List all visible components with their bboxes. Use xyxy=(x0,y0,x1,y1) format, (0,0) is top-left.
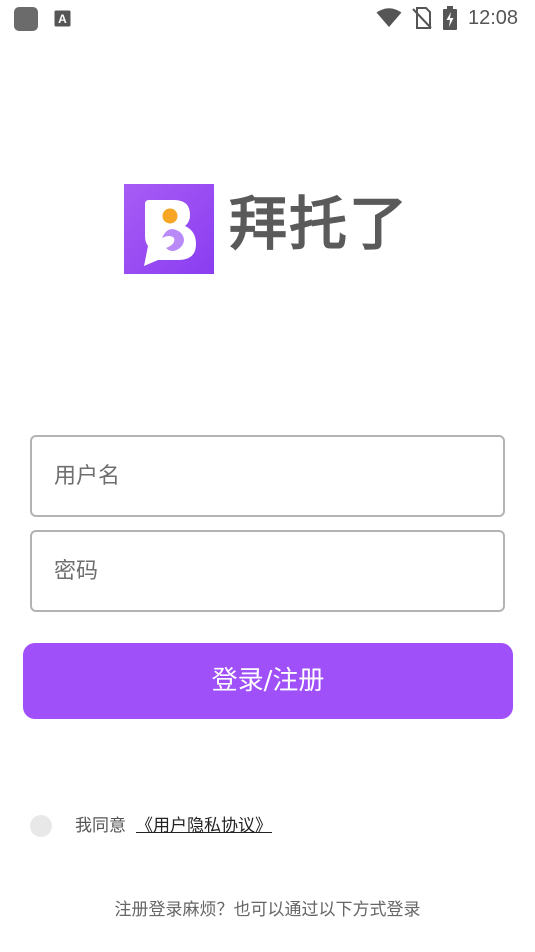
agreement-checkbox[interactable] xyxy=(30,815,52,837)
wifi-icon xyxy=(376,8,402,27)
username-input[interactable] xyxy=(30,435,505,517)
alt-login-hint: 注册登录麻烦？也可以通过以下方式登录 xyxy=(114,900,421,920)
text-a-icon: A xyxy=(54,10,71,27)
password-input[interactable] xyxy=(30,530,505,612)
agreement-label: 我同意 xyxy=(75,816,126,836)
svg-text:A: A xyxy=(58,12,67,26)
no-sim-icon xyxy=(412,7,432,29)
app-logo xyxy=(124,184,214,274)
login-register-button[interactable]: 登录/注册 xyxy=(23,643,513,719)
status-time: 12:08 xyxy=(468,7,519,29)
privacy-policy-link[interactable]: 《用户隐私协议》 xyxy=(136,814,272,838)
status-bar: A 12:08 xyxy=(0,0,535,36)
app-name: 拜托了 xyxy=(229,190,410,258)
battery-charging-icon xyxy=(443,6,457,30)
app-icon xyxy=(14,7,38,31)
logo-b-icon xyxy=(144,200,196,266)
